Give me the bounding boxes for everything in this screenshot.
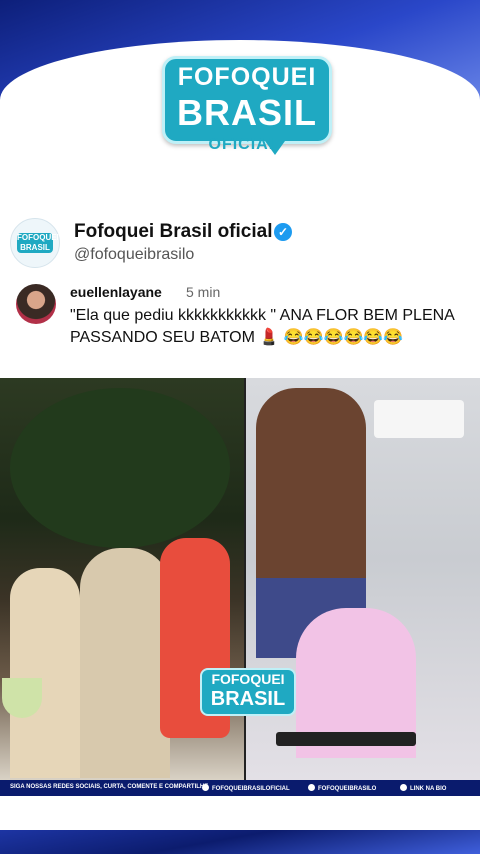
- footer-link[interactable]: LINK NA BIO: [400, 784, 446, 792]
- watermark-line2: BRASIL: [210, 688, 286, 710]
- watermark-line1: FOFOQUEI: [211, 671, 285, 687]
- tree-shape: [10, 388, 230, 548]
- brand-logo-line2: BRASIL: [177, 92, 317, 133]
- woman-figure: [10, 568, 80, 778]
- footer-twitter[interactable]: FOFOQUEIBRASILO: [308, 784, 376, 792]
- photo-collage: [0, 378, 480, 780]
- whatsapp-icon: [400, 784, 407, 791]
- footer-link-label: LINK NA BIO: [410, 786, 447, 792]
- brand-watermark: FOFOQUEI BRASIL: [200, 668, 296, 716]
- brand-logo-line1: FOFOQUEI: [177, 63, 317, 91]
- social-footer: SIGA NOSSAS REDES SOCIAIS, CURTA, COMENT…: [0, 780, 480, 796]
- footer-instagram[interactable]: FOFOQUEIBRASILOFICIAL: [202, 784, 290, 792]
- comment-timestamp: 5 min: [186, 284, 221, 300]
- family-photo: [0, 378, 244, 780]
- air-conditioner: [374, 400, 464, 438]
- commenter-username[interactable]: euellenlayane: [70, 284, 162, 300]
- footer-instagram-label: FOFOQUEIBRASILOFICIAL: [212, 786, 290, 792]
- commenter-avatar[interactable]: [16, 284, 56, 324]
- tablet-device: [276, 732, 416, 746]
- instagram-icon: [202, 784, 209, 791]
- brand-logo: FOFOQUEI BRASIL: [162, 56, 332, 155]
- twitter-icon: [308, 784, 315, 791]
- comment-text: "Ela que pediu kkkkkkkkkkk " ANA FLOR BE…: [70, 307, 454, 346]
- hair-styling-photo: [246, 378, 480, 780]
- drink-glass: [2, 678, 42, 718]
- footer-twitter-label: FOFOQUEIBRASILO: [318, 786, 377, 792]
- verified-icon: ✓: [274, 223, 292, 241]
- footer-follow-text: SIGA NOSSAS REDES SOCIAIS, CURTA, COMENT…: [10, 784, 209, 790]
- account-handle[interactable]: @fofoqueibrasilo: [74, 246, 194, 264]
- account-avatar[interactable]: FOFOQUEI BRASIL: [10, 218, 60, 268]
- account-avatar-logo: FOFOQUEI BRASIL: [17, 233, 59, 253]
- man-figure: [80, 548, 170, 778]
- account-name[interactable]: Fofoquei Brasil oficial: [74, 221, 272, 243]
- brand-logo-subtitle: OFICIAL: [208, 136, 280, 153]
